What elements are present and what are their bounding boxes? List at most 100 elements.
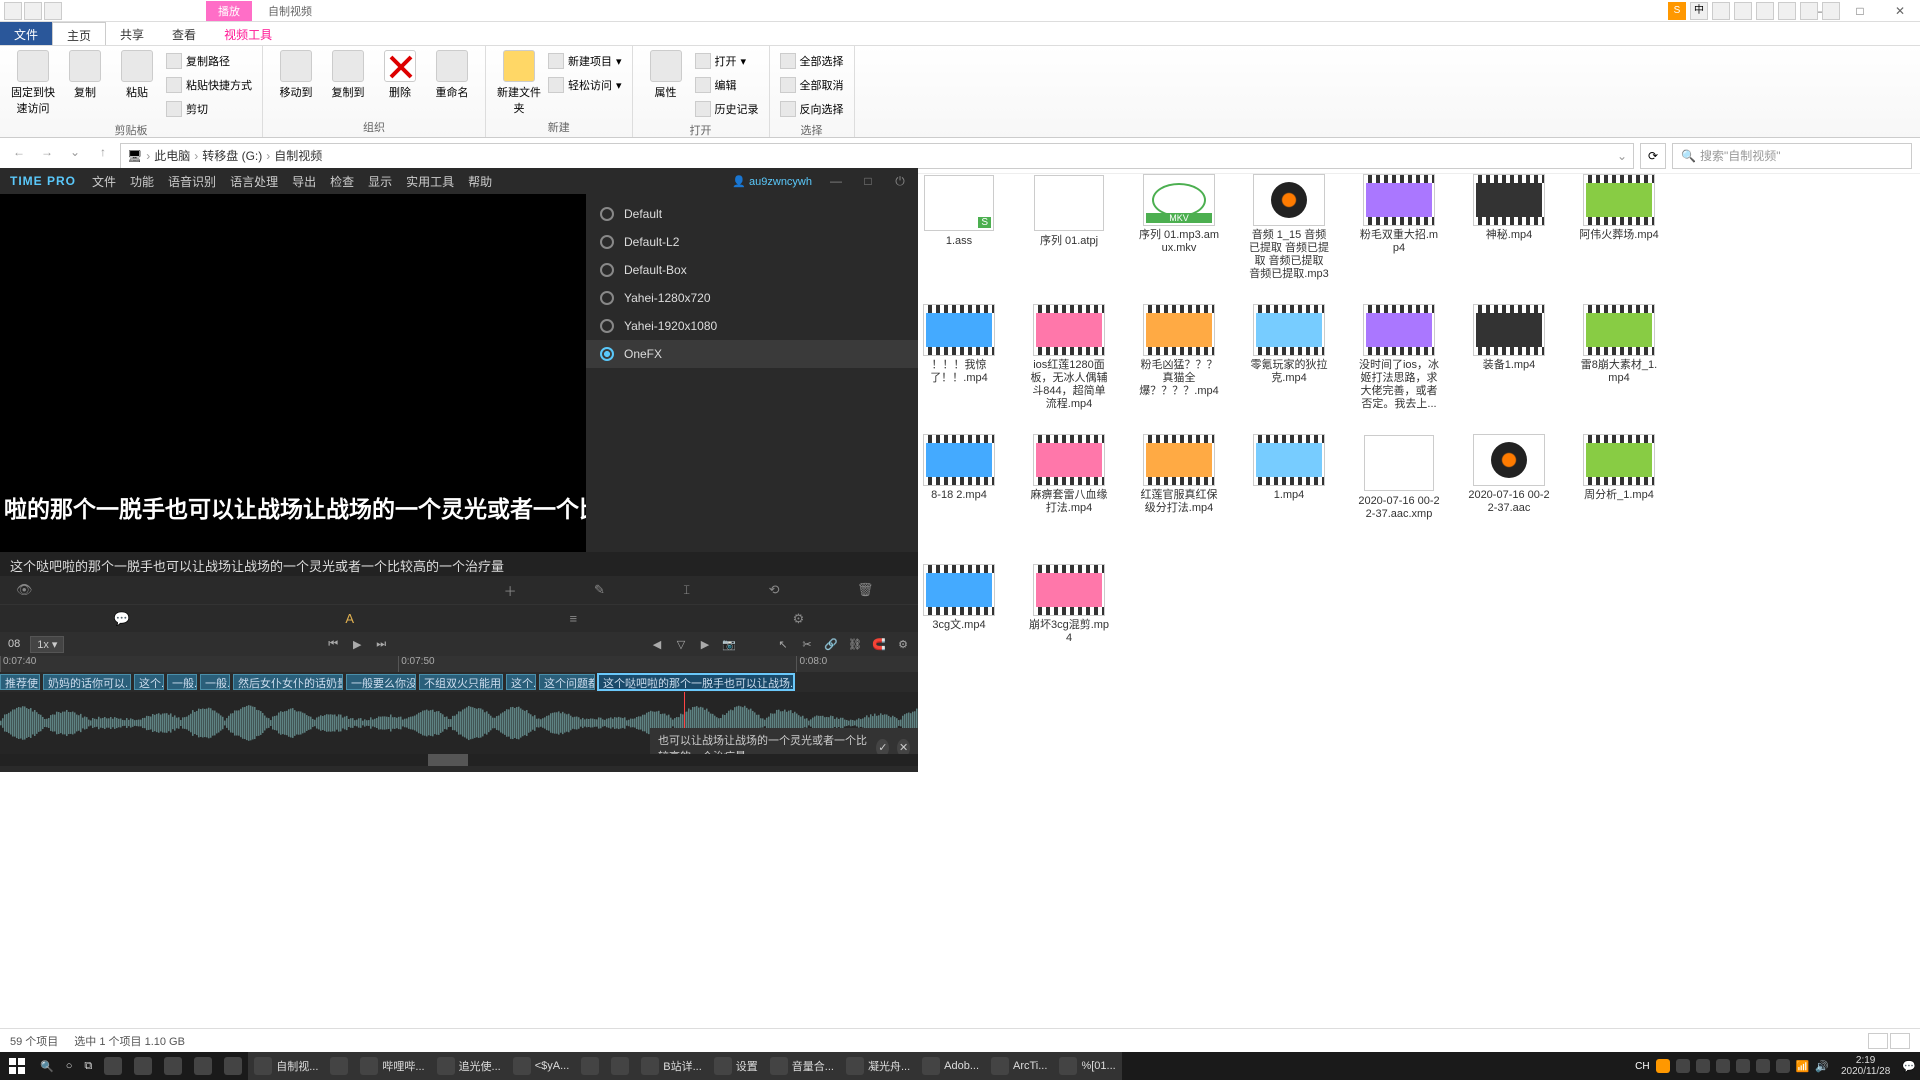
style-option[interactable]: Default-L2	[586, 228, 918, 256]
select-all-button[interactable]: 全部选择	[780, 50, 844, 72]
taskbar-app[interactable]: %[01...	[1053, 1052, 1121, 1080]
subtitle-clip[interactable]: 然后女仆女仆的话奶量.	[233, 674, 343, 690]
split-icon[interactable]: ✂	[800, 638, 814, 651]
eye-icon[interactable]: 👁	[16, 582, 33, 598]
file-item[interactable]: 零氪玩家的狄拉克.mp4	[1248, 305, 1330, 385]
select-none-button[interactable]: 全部取消	[780, 74, 844, 96]
taskbar-app[interactable]	[188, 1052, 218, 1080]
tray-ime[interactable]: CH	[1635, 1061, 1649, 1072]
magnet-icon[interactable]: 🧲	[872, 638, 886, 651]
file-item[interactable]: 2020-07-16 00-22-37.aac.xmp	[1358, 435, 1440, 521]
copy-to-button[interactable]: 复制到	[325, 50, 371, 117]
refresh-button[interactable]: ⟳	[1640, 143, 1666, 169]
taskview-button[interactable]: ⧉	[78, 1052, 98, 1080]
pencil-icon[interactable]: ✎	[594, 582, 605, 598]
arctime-menu-item[interactable]: 语言处理	[230, 175, 278, 189]
arctime-minimize[interactable]: —	[828, 174, 844, 188]
open-button[interactable]: 打开 ▾	[695, 50, 759, 72]
new-item-button[interactable]: 新建项目 ▾	[548, 50, 622, 72]
skip-forward-icon[interactable]: ⏭	[374, 638, 388, 651]
file-item[interactable]: 序列 01.atpj	[1028, 175, 1110, 248]
breadcrumb-dropdown[interactable]: ⌄	[1617, 149, 1627, 163]
subtitle-clip[interactable]: 一般要么你没	[346, 674, 416, 690]
subtitle-clip[interactable]: 这个.	[506, 674, 536, 690]
tray-network-icon[interactable]: 📶	[1796, 1060, 1810, 1073]
chat-icon[interactable]: 💬	[114, 611, 130, 627]
tab-view[interactable]: 查看	[158, 22, 210, 45]
style-option[interactable]: Yahei-1280x720	[586, 284, 918, 312]
crumb-drive[interactable]: 转移盘 (G:)	[202, 147, 262, 164]
snapshot-icon[interactable]: 📷	[722, 638, 736, 651]
file-item[interactable]: 2020-07-16 00-22-37.aac	[1468, 435, 1550, 515]
subtitle-clip[interactable]: 这个哒吧啦的那个一脱手也可以让战场.	[598, 674, 794, 690]
skip-back-icon[interactable]: ⏮	[326, 638, 340, 651]
up-button[interactable]: ↑	[92, 145, 114, 167]
file-item[interactable]: 8-18 2.mp4	[918, 435, 1000, 502]
style-option[interactable]: Default	[586, 200, 918, 228]
arctime-menu-item[interactable]: 检查	[330, 175, 354, 189]
taskbar-app[interactable]: 音量合...	[764, 1052, 840, 1080]
ime-icon[interactable]	[1734, 2, 1752, 20]
tray-icon[interactable]	[1736, 1059, 1750, 1073]
qat-icon[interactable]	[4, 2, 22, 20]
maximize-button[interactable]: □	[1840, 0, 1880, 22]
file-item[interactable]: S1.ass	[918, 175, 1000, 248]
play-icon[interactable]: ▶	[350, 638, 364, 651]
arctime-maximize[interactable]: □	[860, 174, 876, 188]
subtitle-clip[interactable]: 一般.	[167, 674, 197, 690]
delete-button[interactable]: 删除	[377, 50, 423, 117]
thumbnails-view-icon[interactable]	[1890, 1033, 1910, 1049]
history-dropdown[interactable]: ⌄	[64, 145, 86, 167]
taskbar-app[interactable]: 设置	[708, 1052, 764, 1080]
taskbar-app[interactable]: 追光使...	[431, 1052, 507, 1080]
trash-icon[interactable]: 🗑	[857, 582, 874, 598]
arctime-menu-item[interactable]: 显示	[368, 175, 392, 189]
text-cursor-icon[interactable]: 𝙸	[682, 582, 691, 598]
arctime-menu-item[interactable]: 功能	[130, 175, 154, 189]
marker-icon[interactable]: ▽	[674, 638, 688, 651]
style-option[interactable]: Yahei-1920x1080	[586, 312, 918, 340]
taskbar-app[interactable]: <$yA...	[507, 1052, 576, 1080]
file-item[interactable]: 装备1.mp4	[1468, 305, 1550, 372]
contextual-tab-play[interactable]: 播放	[206, 1, 252, 21]
ime-icon[interactable]	[1712, 2, 1730, 20]
tray-icon[interactable]	[1656, 1059, 1670, 1073]
taskbar-app[interactable]	[218, 1052, 248, 1080]
file-item[interactable]: 崩坏3cg混剪.mp4	[1028, 565, 1110, 645]
cursor-icon[interactable]: ↖	[776, 638, 790, 651]
cortana-button[interactable]: ○	[60, 1052, 79, 1080]
ime-lang-icon[interactable]: 中	[1690, 2, 1708, 20]
file-item[interactable]: ！！！我惊了！！.mp4	[918, 305, 1000, 385]
ime-icon[interactable]	[1778, 2, 1796, 20]
notifications-icon[interactable]: 💬	[1902, 1060, 1916, 1073]
clips-track[interactable]: 推荐使奶妈的话你可以.这个.一般.一般.然后女仆女仆的话奶量.一般要么你没不组双…	[0, 672, 918, 692]
file-item[interactable]: MKV序列 01.mp3.amux.mkv	[1138, 175, 1220, 255]
pin-button[interactable]: 固定到快速访问	[10, 50, 56, 120]
subtitle-clip[interactable]: 这个问题都.	[539, 674, 595, 690]
arctime-menu-item[interactable]: 实用工具	[406, 175, 454, 189]
taskbar-app[interactable]: 凝光舟...	[840, 1052, 916, 1080]
details-view-icon[interactable]	[1868, 1033, 1888, 1049]
ime-icon[interactable]	[1756, 2, 1774, 20]
tray-icon[interactable]	[1676, 1059, 1690, 1073]
tray-icon[interactable]	[1696, 1059, 1710, 1073]
sliders-icon[interactable]: ⚙	[793, 611, 805, 627]
file-item[interactable]: 粉毛双重大招.mp4	[1358, 175, 1440, 255]
file-item[interactable]: 音频 1_15 音频已提取 音频已提取 音频已提取 音频已提取.mp3	[1248, 175, 1330, 281]
taskbar-app[interactable]	[158, 1052, 188, 1080]
taskbar-app[interactable]: ArcTi...	[985, 1052, 1053, 1080]
arctime-menu-item[interactable]: 文件	[92, 175, 116, 189]
waveform-track[interactable]: 也可以让战场让战场的一个灵光或者一个比较高的一个治疗量 ✓ ✕	[0, 692, 918, 754]
file-item[interactable]: 阿伟火葬场.mp4	[1578, 175, 1660, 242]
copy-path-button[interactable]: 复制路径	[166, 50, 252, 72]
scroll-thumb[interactable]	[428, 754, 468, 766]
add-icon[interactable]: ＋	[504, 581, 517, 600]
file-item[interactable]: 3cg文.mp4	[918, 565, 1000, 632]
tray-icon[interactable]	[1776, 1059, 1790, 1073]
tray-icon[interactable]	[1716, 1059, 1730, 1073]
style-option[interactable]: OneFX	[586, 340, 918, 368]
sync-icon[interactable]: ⟲	[769, 582, 780, 598]
file-item[interactable]: 周分析_1.mp4	[1578, 435, 1660, 502]
properties-button[interactable]: 属性	[643, 50, 689, 120]
crumb-this-pc[interactable]: 此电脑	[154, 147, 190, 164]
